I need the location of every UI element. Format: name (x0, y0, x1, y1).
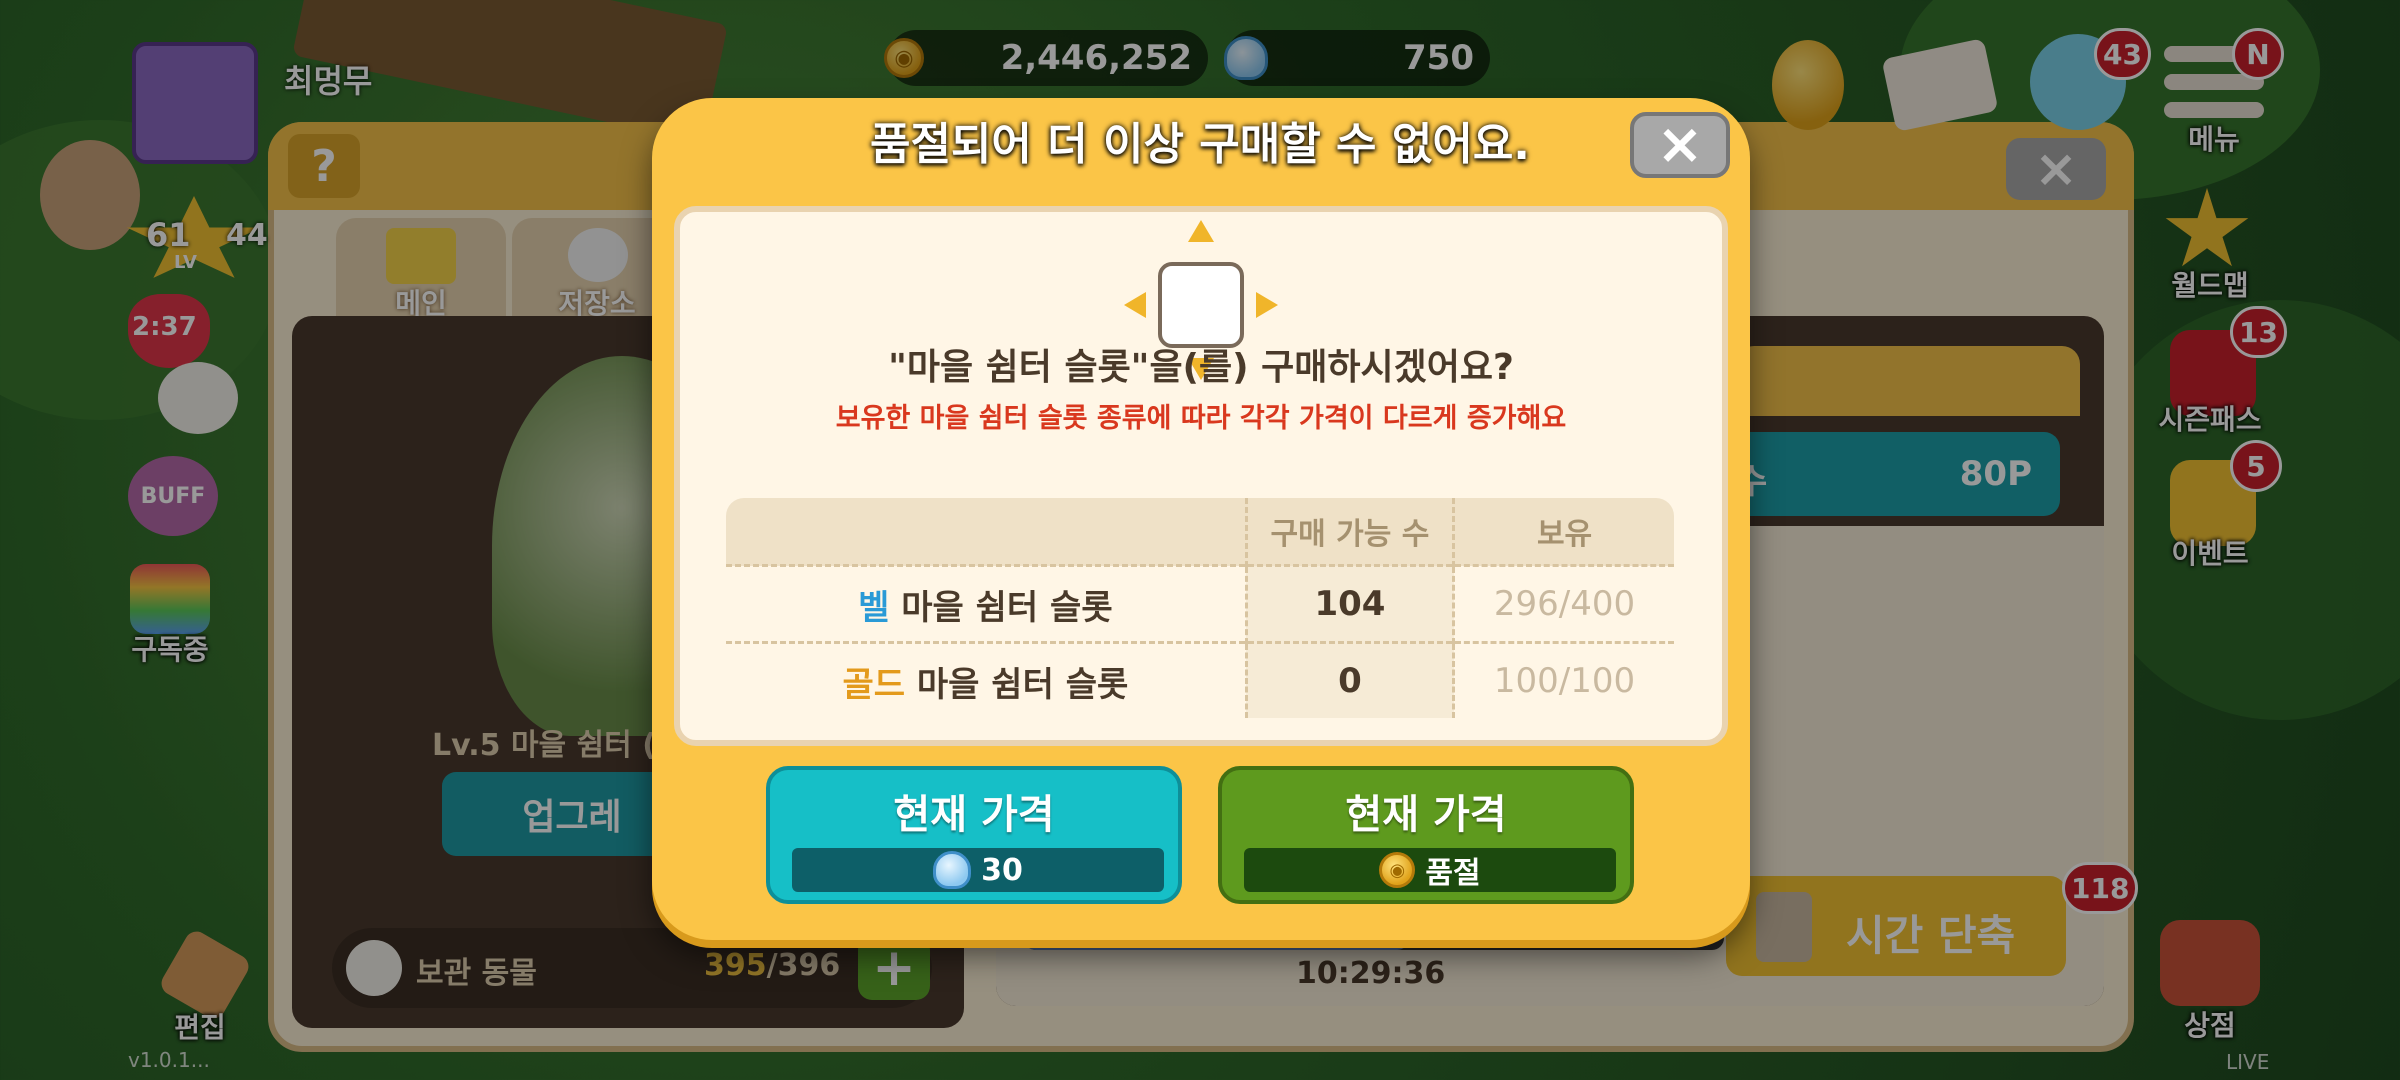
table-header-available: 구매 가능 수 (1244, 498, 1454, 566)
purchase-question: "마을 쉼터 슬롯"을(를) 구매하시겠어요? (888, 347, 1514, 388)
slot-icon (1158, 262, 1244, 348)
buy-with-bell-button[interactable]: 현재 가격 30 (766, 766, 1182, 904)
table-header-name (726, 498, 1247, 566)
bell-slot-available: 104 (1244, 564, 1454, 643)
gold-slot-name: 골드 마을 쉼터 슬롯 (726, 641, 1247, 718)
bell-button-label: 현재 가격 (893, 792, 1055, 838)
bell-slot-owned: 296/400 (1452, 564, 1674, 643)
gold-slot-owned: 100/100 (1452, 641, 1674, 718)
arrow-left-icon (1124, 292, 1146, 318)
bell-price-box: 30 (792, 848, 1164, 892)
gold-button-label: 현재 가격 (1345, 792, 1507, 838)
bell-slot-prefix: 벨 (858, 587, 890, 628)
price-warning: 보유한 마을 쉼터 슬롯 종류에 따라 각각 가격이 다르게 증가해요 (835, 403, 1567, 434)
purchase-modal: "마을 쉼터 슬롯"을(를) 구매하시겠어요? 보유한 마을 쉼터 슬롯 종류에… (652, 98, 1750, 940)
slot-table: 구매 가능 수 보유 벨 마을 쉼터 슬롯 104 296/400 골드 마을 … (720, 492, 1680, 724)
gold-slot-prefix: 골드 (842, 664, 906, 705)
buy-with-gold-button[interactable]: 현재 가격 ◉ 품절 (1218, 766, 1634, 904)
table-header-owned: 보유 (1452, 498, 1674, 566)
gold-price: 품절 (1425, 856, 1481, 891)
table-row-bell: 벨 마을 쉼터 슬롯 104 296/400 (726, 564, 1674, 643)
bell-icon (933, 851, 972, 889)
bell-slot-name: 벨 마을 쉼터 슬롯 (726, 564, 1247, 643)
gold-slot-label: 마을 쉼터 슬롯 (905, 664, 1129, 705)
sold-out-banner: 품절되어 더 이상 구매할 수 없어요. (0, 104, 2400, 170)
gold-price-box: ◉ 품절 (1244, 848, 1616, 892)
gold-slot-available: 0 (1244, 641, 1454, 718)
sold-out-title: 품절되어 더 이상 구매할 수 없어요. (869, 119, 1531, 170)
bell-price: 30 (981, 852, 1023, 888)
table-row-gold: 골드 마을 쉼터 슬롯 0 100/100 (726, 641, 1674, 718)
arrow-right-icon (1256, 292, 1278, 318)
bell-slot-label: 마을 쉼터 슬롯 (889, 587, 1113, 628)
arrow-up-icon (1188, 220, 1214, 242)
gold-coin-icon: ◉ (1379, 852, 1416, 888)
